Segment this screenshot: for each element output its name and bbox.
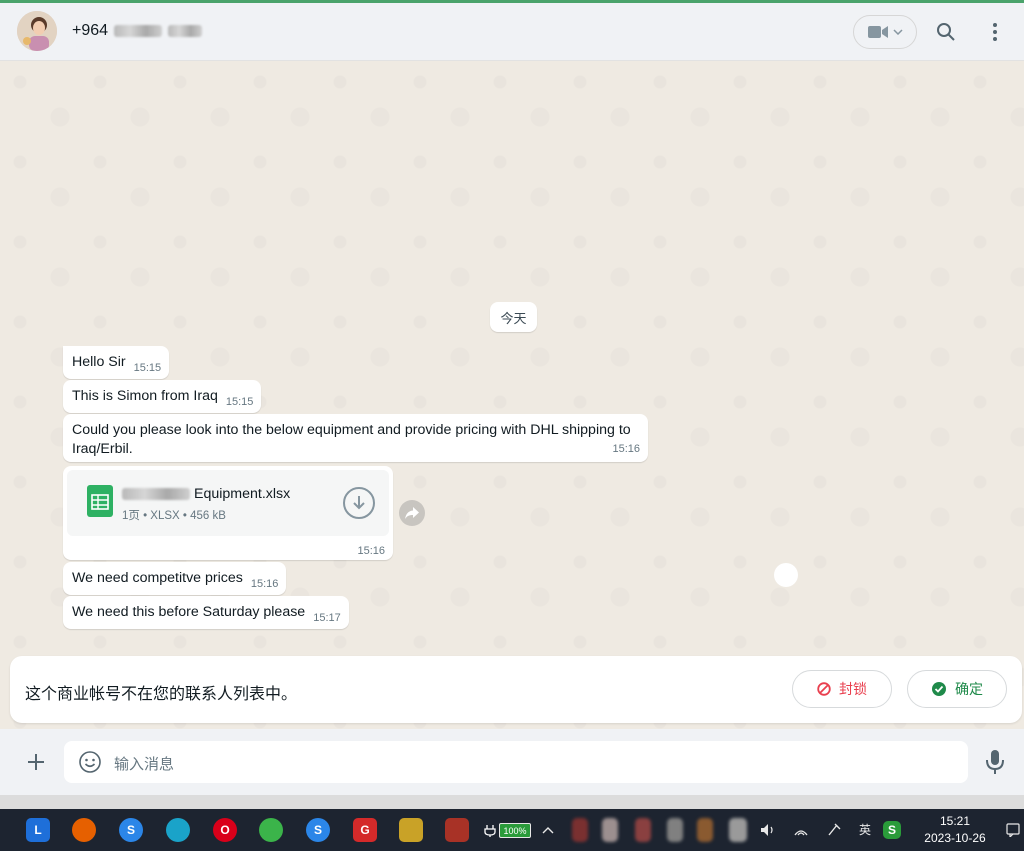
message-time: 15:15 — [225, 396, 254, 408]
firefox-icon[interactable] — [72, 818, 96, 842]
contact-name[interactable]: +964 — [72, 22, 203, 40]
search-icon — [937, 23, 955, 41]
emoji-button[interactable] — [78, 750, 102, 774]
block-icon — [817, 682, 831, 696]
unknown-business-banner: 这个商业帐号不在您的联系人列表中。 封锁 确定 — [10, 656, 1022, 723]
edge-browser-icon[interactable] — [166, 818, 190, 842]
message-text: We need this before Saturday please — [72, 604, 306, 620]
taskbar-app-l-icon[interactable]: L — [26, 818, 50, 842]
file-meta: 1页 • XLSX • 456 kB — [122, 510, 226, 522]
block-button-label: 封锁 — [839, 681, 867, 697]
message-time: 15:17 — [313, 612, 341, 624]
message-time: 15:16 — [612, 443, 640, 455]
message-bubble[interactable]: We need competitve prices 15:16 — [63, 562, 287, 595]
taskbar-app-folder-icon[interactable] — [399, 818, 423, 842]
message-time: 15:16 — [250, 578, 279, 590]
message-bubble[interactable]: This is Simon from Iraq 15:15 — [63, 380, 262, 413]
tray-icon-blurred[interactable] — [729, 818, 747, 842]
chevron-up-icon[interactable] — [542, 826, 554, 834]
message-bubble[interactable]: Hello Sir 15:15 — [63, 346, 170, 379]
forward-arrow-icon — [405, 507, 419, 519]
plus-icon — [28, 754, 44, 770]
attach-button[interactable] — [24, 750, 48, 774]
tray-icon-blurred[interactable] — [697, 818, 713, 842]
day-separator: 今天 — [490, 302, 537, 332]
input-method-s-icon[interactable]: S — [883, 821, 901, 839]
pen-tool-icon[interactable] — [826, 822, 842, 838]
message-time: 15:16 — [357, 545, 385, 557]
taskbar-app-blue-s-icon-2[interactable]: S — [306, 818, 330, 842]
system-clock[interactable]: 15:21 2023-10-26 — [916, 813, 994, 847]
contact-avatar[interactable] — [17, 11, 57, 51]
contact-number: +964 — [72, 22, 109, 39]
tray-icon-blurred[interactable] — [635, 818, 651, 842]
chat-header: +964 — [0, 3, 1024, 61]
search-button[interactable] — [934, 20, 958, 44]
power-plug-icon — [484, 825, 496, 837]
download-arrow-icon — [353, 496, 365, 510]
taskbar-app-red-icon[interactable] — [445, 818, 469, 842]
tray-icon-blurred[interactable] — [667, 818, 683, 842]
wifi-icon[interactable] — [793, 823, 809, 837]
chat-area[interactable]: 今天 Hello Sir 15:15 This is Simon from Ira… — [0, 62, 1024, 729]
clock-date: 2023-10-26 — [924, 831, 986, 845]
tray-icon-blurred[interactable] — [572, 818, 588, 842]
file-name: Equipment.xlsx — [122, 486, 290, 502]
window-bottom-edge — [0, 795, 1024, 809]
message-time: 15:15 — [133, 362, 162, 374]
taskbar-app-blue-s-icon[interactable]: S — [119, 818, 143, 842]
message-bubble[interactable]: Could you please look into the below equ… — [63, 414, 648, 462]
banner-text: 这个商业帐号不在您的联系人列表中。 — [25, 686, 298, 703]
emoji-icon — [79, 751, 101, 773]
ime-indicator[interactable]: 英 — [859, 821, 871, 838]
file-card[interactable]: Equipment.xlsx 1页 • XLSX • 456 kB — [67, 470, 389, 536]
wechat-icon[interactable] — [259, 818, 283, 842]
message-composer: 输入消息 — [0, 729, 1024, 795]
redacted-name-part — [114, 25, 163, 37]
volume-icon[interactable] — [760, 823, 776, 837]
more-vertical-icon — [993, 23, 997, 41]
forward-button[interactable] — [399, 500, 425, 526]
opera-browser-icon[interactable]: O — [213, 818, 237, 842]
message-text: This is Simon from Iraq — [72, 388, 218, 404]
redacted-name-part — [168, 25, 203, 37]
video-call-button[interactable] — [853, 15, 917, 49]
tray-icon-blurred[interactable] — [602, 818, 618, 842]
file-message-bubble[interactable]: Equipment.xlsx 1页 • XLSX • 456 kB 15:16 — [63, 466, 393, 560]
block-button[interactable]: 封锁 — [792, 670, 892, 708]
video-camera-icon — [867, 26, 888, 38]
clock-time: 15:21 — [939, 814, 971, 828]
redacted-filename-part — [122, 488, 190, 500]
message-text: We need competitve prices — [72, 570, 243, 586]
chevron-down-icon — [892, 29, 903, 35]
notification-icon[interactable] — [1006, 823, 1020, 837]
cursor-highlight — [774, 563, 798, 587]
ok-button-label: 确定 — [955, 681, 983, 697]
message-input-placeholder: 输入消息 — [114, 756, 175, 773]
message-text: Could you please look into the below equ… — [72, 422, 631, 457]
menu-button[interactable] — [983, 20, 1007, 44]
microphone-icon — [986, 750, 1004, 774]
ok-button[interactable]: 确定 — [907, 670, 1007, 708]
check-circle-icon — [932, 682, 946, 696]
message-input[interactable]: 输入消息 — [64, 741, 968, 783]
download-button[interactable] — [343, 487, 375, 519]
taskbar-app-red-g-icon[interactable]: G — [353, 818, 377, 842]
message-text: Hello Sir — [72, 354, 126, 370]
battery-indicator[interactable]: 100% — [499, 823, 531, 838]
file-name-text: Equipment.xlsx — [194, 486, 291, 502]
os-taskbar: L S O S G 100% 英 S 15:21 2023-10-26 — [0, 809, 1024, 851]
voice-message-button[interactable] — [984, 749, 1006, 775]
message-bubble[interactable]: We need this before Saturday please 15:17 — [63, 596, 349, 629]
spreadsheet-icon — [87, 485, 113, 517]
